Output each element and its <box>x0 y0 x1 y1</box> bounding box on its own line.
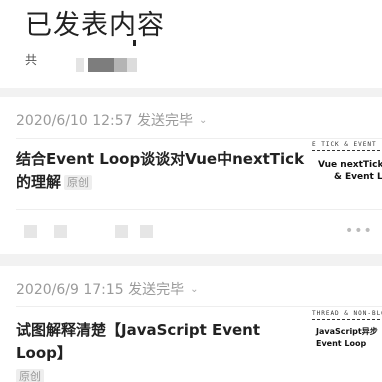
article-thumbnail[interactable]: E TICK & EVENT Vue nextTick & Event L <box>312 141 382 201</box>
action-placeholder[interactable] <box>140 225 153 238</box>
chevron-down-icon[interactable]: ⌄ <box>199 111 207 131</box>
page-title: 已发表内容 <box>25 10 165 41</box>
redacted-count <box>127 58 137 72</box>
original-badge: 原创 <box>16 369 44 382</box>
more-dots-icon[interactable]: ••• <box>345 224 373 238</box>
published-count-label: 共 <box>25 53 38 67</box>
article-card[interactable]: 2020/6/9 17:15 发送完毕 ⌄ 试图解释清楚【JavaScript E… <box>0 266 382 382</box>
thumbnail-strip-text: THREAD & NON-BLO <box>312 310 382 317</box>
divider <box>16 138 382 139</box>
thumbnail-line-2: Event Loop <box>316 339 367 348</box>
action-placeholder[interactable] <box>24 225 37 238</box>
article-meta[interactable]: 2020/6/9 17:15 发送完毕 ⌄ <box>16 280 199 302</box>
action-placeholder[interactable] <box>54 225 67 238</box>
divider <box>16 306 382 307</box>
thumbnail-strip-text: E TICK & EVENT <box>312 141 377 148</box>
article-card[interactable]: 2020/6/10 12:57 发送完毕 ⌄ 结合Event Loop谈谈对Vue… <box>0 97 382 254</box>
thumbnail-line-1: Vue nextTick <box>318 160 382 170</box>
section-gap <box>0 254 382 266</box>
article-title[interactable]: 结合Event Loop谈谈对Vue中nextTick的理解 原创 <box>16 148 306 194</box>
article-title-text: 试图解释清楚【JavaScript Event Loop】 <box>16 321 261 362</box>
redacted-count <box>114 58 127 72</box>
original-badge: 原创 <box>64 175 93 190</box>
action-placeholder[interactable] <box>115 225 128 238</box>
article-title-text: 结合Event Loop谈谈对Vue中nextTick的理解 <box>16 150 305 191</box>
thumbnail-line-1: JavaScript异步 <box>316 327 378 336</box>
redacted-count <box>76 58 84 72</box>
section-gap <box>0 88 382 97</box>
article-title[interactable]: 试图解释清楚【JavaScript Event Loop】原创 <box>16 319 316 382</box>
chevron-down-icon[interactable]: ⌄ <box>190 280 198 300</box>
publish-time-status: 2020/6/10 12:57 发送完毕 <box>16 113 194 129</box>
title-cursor <box>133 40 136 46</box>
redacted-count <box>88 58 114 72</box>
thumbnail-line-2: & Event L <box>334 172 382 182</box>
article-meta[interactable]: 2020/6/10 12:57 发送完毕 ⌄ <box>16 111 207 133</box>
page-header: 已发表内容 共 <box>0 0 382 88</box>
thumbnail-dash-line <box>312 319 382 320</box>
article-thumbnail[interactable]: THREAD & NON-BLO JavaScript异步 Event Loop <box>312 310 382 370</box>
divider <box>16 209 382 210</box>
article-actions: ••• <box>0 222 382 242</box>
thumbnail-dash-line <box>312 150 382 151</box>
publish-time-status: 2020/6/9 17:15 发送完毕 <box>16 282 185 298</box>
